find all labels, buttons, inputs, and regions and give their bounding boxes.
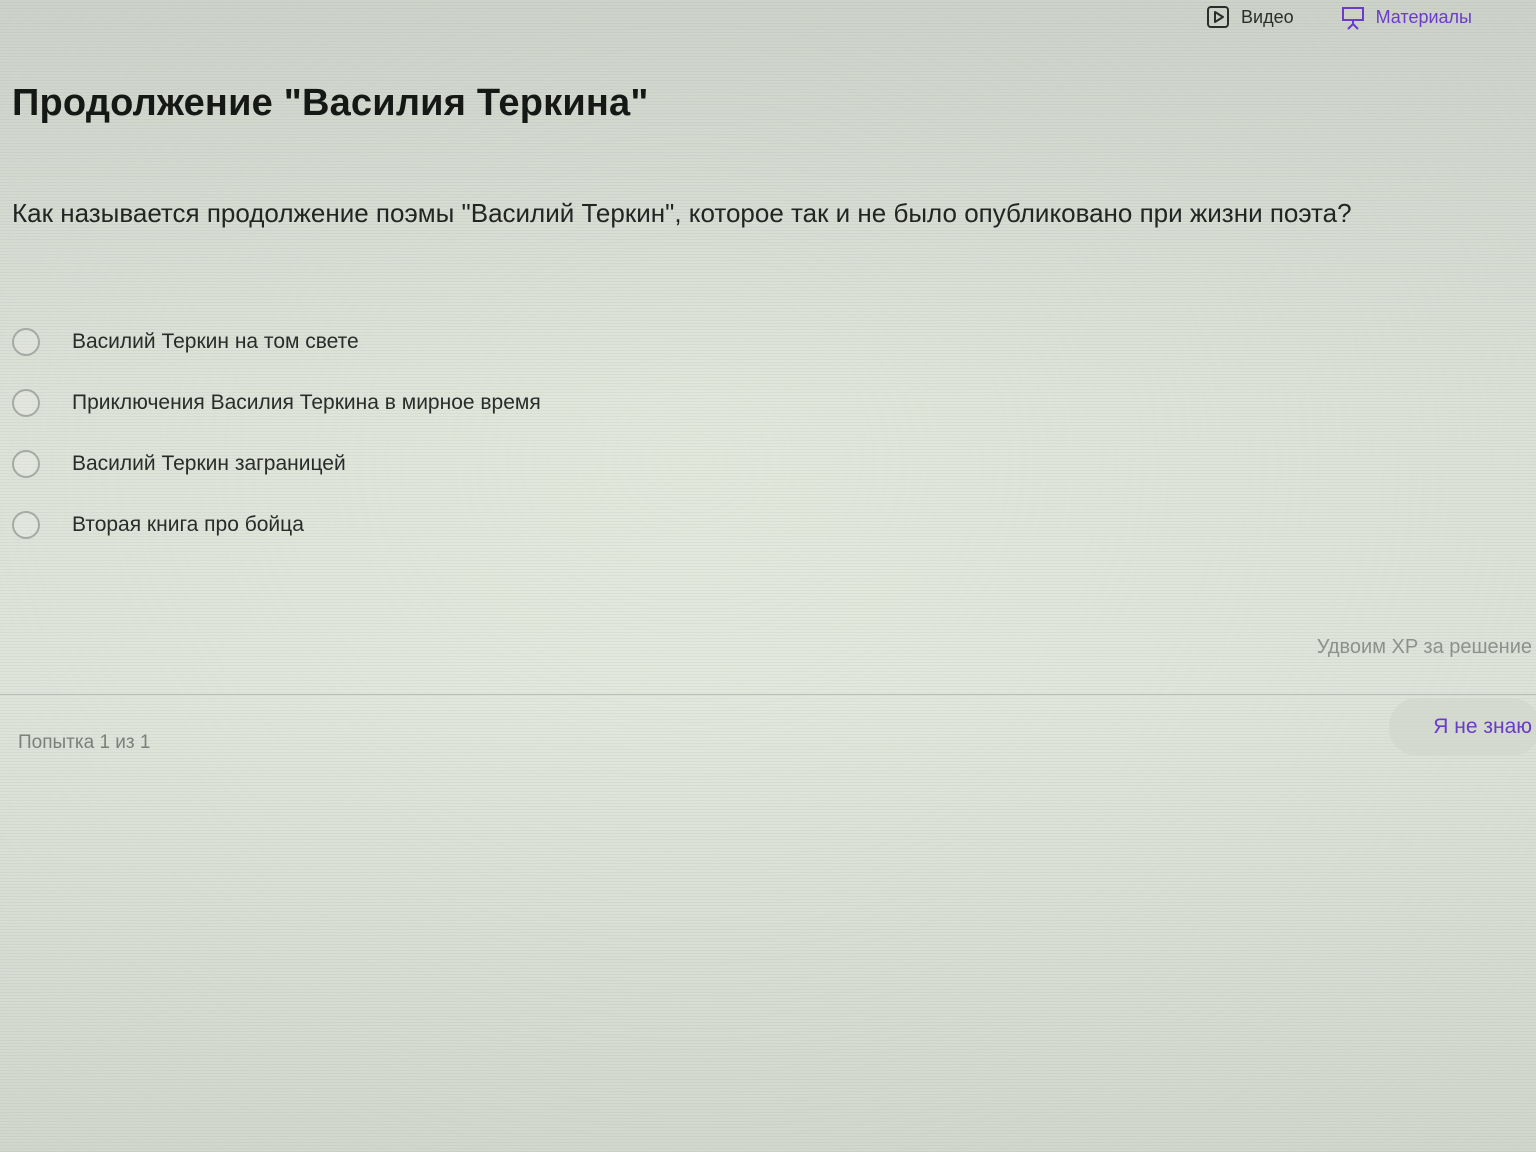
answer-option-label: Приключения Василия Теркина в мирное вре… [72, 391, 541, 414]
radio-button[interactable] [12, 328, 40, 356]
radio-button[interactable] [12, 450, 40, 478]
footer-divider [0, 694, 1536, 695]
video-link[interactable]: Видео [1205, 4, 1294, 30]
dont-know-button[interactable]: Я не знаю [1389, 698, 1536, 756]
presentation-board-icon [1340, 4, 1366, 30]
answer-option-label: Василий Теркин на том свете [72, 330, 359, 353]
screen-overlay [0, 0, 1536, 1152]
xp-bonus-note: Удвоим XP за решение [1316, 636, 1532, 658]
question-text: Как называется продолжение поэмы "Васили… [12, 198, 1352, 228]
answer-option[interactable]: Василий Теркин заграницей [12, 444, 541, 484]
answer-options: Василий Теркин на том свете Приключения … [12, 322, 541, 566]
materials-link[interactable]: Материалы [1340, 4, 1472, 30]
answer-option[interactable]: Василий Теркин на том свете [12, 322, 541, 362]
answer-option-label: Василий Теркин заграницей [72, 452, 346, 475]
radio-button[interactable] [12, 511, 40, 539]
attempt-counter: Попытка 1 из 1 [18, 732, 151, 753]
top-toolbar: Видео Материалы [1205, 0, 1536, 34]
page-title: Продолжение "Василия Теркина" [12, 82, 649, 124]
answer-option-label: Вторая книга про бойца [72, 513, 304, 536]
answer-option[interactable]: Приключения Василия Теркина в мирное вре… [12, 383, 541, 423]
materials-link-label: Материалы [1375, 6, 1472, 27]
answer-option[interactable]: Вторая книга про бойца [12, 505, 541, 545]
radio-button[interactable] [12, 389, 40, 417]
play-square-icon [1205, 4, 1231, 30]
video-link-label: Видео [1241, 6, 1294, 27]
